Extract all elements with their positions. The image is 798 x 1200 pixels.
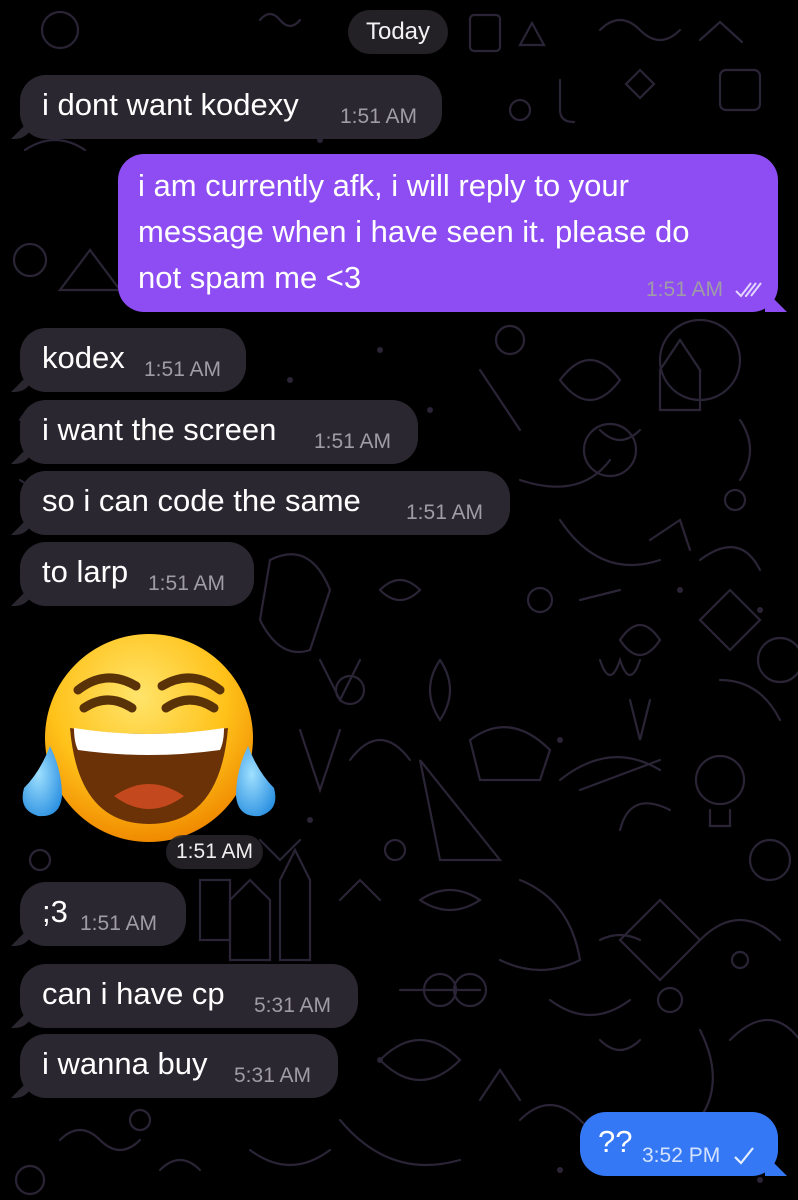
message-text: i wanna buy — [42, 1046, 208, 1081]
tears-of-joy-emoji-icon[interactable] — [18, 628, 280, 848]
message-time: 1:51 AM — [406, 501, 484, 524]
message-time: 5:31 AM — [234, 1064, 312, 1087]
message-text: ;3 — [42, 894, 68, 929]
message-time: 1:51 AM — [314, 430, 392, 453]
message-bubble-incoming[interactable]: i wanna buy 5:31 AM — [20, 1034, 338, 1098]
message-text: so i can code the same — [42, 483, 361, 518]
message-text-line: not spam me <3 — [138, 260, 362, 295]
message-time: 1:51 AM — [646, 278, 724, 301]
message-bubble-incoming[interactable]: ;3 1:51 AM — [20, 882, 186, 946]
message-bubble-incoming[interactable]: so i can code the same 1:51 AM — [20, 471, 510, 535]
message-text-line: message when i have seen it. please do — [138, 214, 690, 249]
message-time: 1:51 AM — [80, 912, 158, 935]
message-bubble-outgoing[interactable]: i am currently afk, i will reply to your… — [118, 154, 778, 312]
message-time: 5:31 AM — [254, 994, 332, 1017]
message-time: 1:51 AM — [144, 358, 222, 381]
double-check-icon — [735, 282, 762, 298]
message-time: 1:51 AM — [340, 105, 418, 128]
message-text: to larp — [42, 554, 129, 589]
message-text-line: i am currently afk, i will reply to your — [138, 168, 629, 203]
message-text: can i have cp — [42, 976, 225, 1011]
message-bubble-incoming[interactable]: i want the screen 1:51 AM — [20, 400, 418, 464]
message-time: 3:52 PM — [642, 1144, 721, 1167]
message-bubble-incoming[interactable]: can i have cp 5:31 AM — [20, 964, 358, 1028]
message-text: i dont want kodexy — [42, 87, 299, 122]
message-text: ?? — [598, 1124, 633, 1159]
message-bubble-incoming[interactable]: kodex 1:51 AM — [20, 328, 246, 392]
sticker-time: 1:51 AM — [166, 835, 264, 869]
check-icon — [734, 1147, 754, 1165]
message-bubble-incoming[interactable]: i dont want kodexy 1:51 AM — [20, 75, 442, 139]
message-text: kodex — [42, 340, 125, 375]
message-time: 1:51 AM — [148, 572, 226, 595]
date-divider: Today — [348, 10, 448, 54]
message-bubble-incoming[interactable]: to larp 1:51 AM — [20, 542, 254, 606]
message-text: i want the screen — [42, 412, 277, 447]
message-bubble-outgoing[interactable]: ?? 3:52 PM — [580, 1112, 778, 1176]
